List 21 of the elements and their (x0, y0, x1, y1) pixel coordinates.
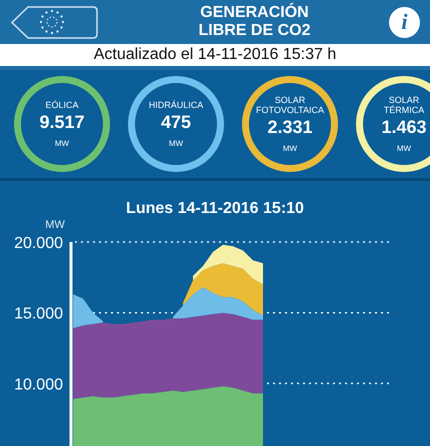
app-title: GENERACIÓN LIBRE DE CO2 (198, 4, 310, 40)
info-button[interactable]: i (388, 6, 420, 38)
gauge-unit: MW (54, 139, 70, 148)
tick-label: 15.000 (14, 306, 63, 323)
gauge-label: SOLAR TÉRMICA (384, 95, 424, 115)
tick-label: 20.000 (14, 235, 63, 252)
axis-label: MW (45, 219, 65, 231)
back-button[interactable] (10, 4, 100, 40)
gauge-unit: MW (396, 144, 412, 153)
gauge-unit: MW (282, 144, 298, 153)
updated-text: Actualizado el 14-11-2016 15:37 h (0, 44, 430, 70)
tick-label: 10.000 (14, 376, 63, 394)
gauge-value: 1.463 (381, 117, 427, 138)
gauge-value: 2.331 (267, 117, 313, 138)
gauge-label: EÓLICA (45, 100, 78, 110)
gauge-value: 9.517 (39, 112, 85, 133)
gauge-value: 475 (160, 112, 192, 133)
gauge-label: HIDRÁULICA (148, 100, 204, 110)
chart-title: Lunes 14-11-2016 15:10 (126, 200, 304, 217)
gauge-unit: MW (168, 139, 184, 148)
gauge-label: SOLAR FOTOVOLTAICA (256, 95, 324, 115)
